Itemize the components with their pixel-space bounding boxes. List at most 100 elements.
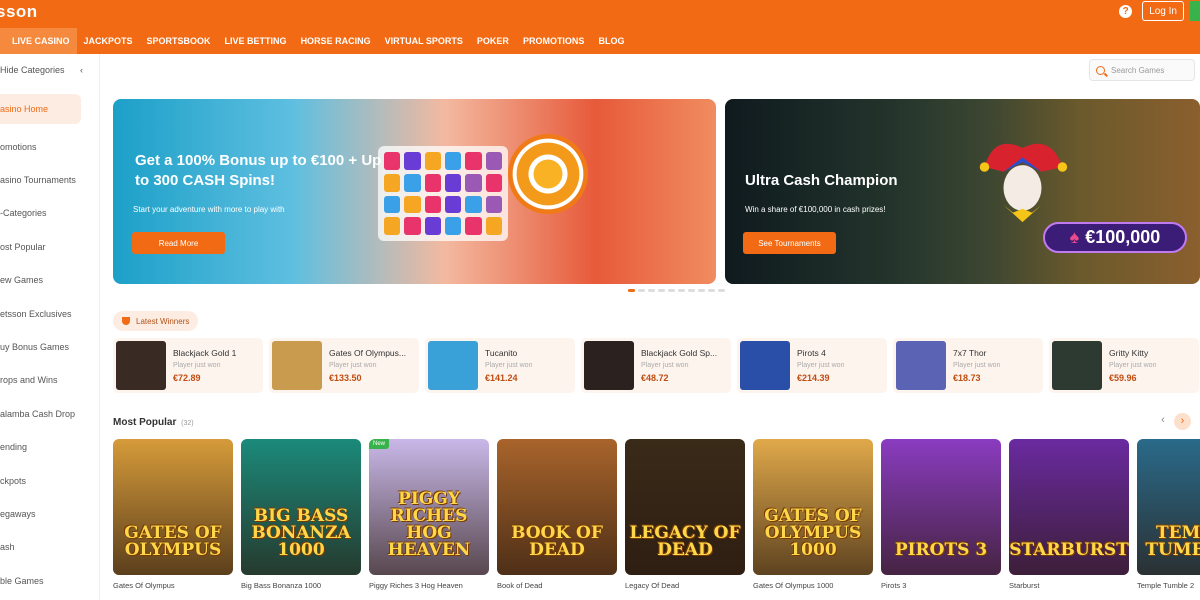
carousel-dot[interactable] <box>648 289 655 292</box>
winner-card[interactable]: Tucanito Player just won €141.24 <box>425 338 575 393</box>
search-input[interactable]: Search Games <box>1089 59 1195 81</box>
carousel-dot[interactable] <box>718 289 725 292</box>
game-name[interactable]: Legacy Of Dead <box>625 581 745 590</box>
nav-horse-racing[interactable]: HORSE RACING <box>294 28 378 54</box>
winner-card[interactable]: Gritty Kitty Player just won €59.96 <box>1049 338 1199 393</box>
game-name[interactable]: Piggy Riches 3 Hog Heaven <box>369 581 489 590</box>
game-tile[interactable]: TEMPLE TUMBLE 2 Temple Tumble 2 <box>1137 439 1200 590</box>
nav-poker[interactable]: POKER <box>470 28 516 54</box>
game-tile[interactable]: PIROTS 3 Pirots 3 <box>881 439 1001 590</box>
game-tile[interactable]: STARBURST Starburst <box>1009 439 1129 590</box>
nav-virtual-sports[interactable]: VIRTUAL SPORTS <box>378 28 470 54</box>
game-thumbnail[interactable]: STARBURST <box>1009 439 1129 575</box>
game-thumbnail[interactable]: GATES OF OLYMPUS <box>113 439 233 575</box>
game-tile[interactable]: BIG BASS BONANZA 1000 Big Bass Bonanza 10… <box>241 439 361 590</box>
game-tile[interactable]: GATES OF OLYMPUS Gates Of Olympus <box>113 439 233 590</box>
sidebar-item-crash[interactable]: ash <box>0 531 99 564</box>
promo-banner-tournament[interactable]: Ultra Cash Champion Win a share of €100,… <box>725 99 1200 284</box>
nav-sportsbook[interactable]: SPORTSBOOK <box>140 28 218 54</box>
winner-game-thumbnail <box>584 341 634 390</box>
latest-winners-label: Latest Winners <box>136 316 190 326</box>
game-tile[interactable]: New PIGGY RICHES HOG HEAVEN Piggy Riches 3… <box>369 439 489 590</box>
game-thumbnail[interactable]: GATES OF OLYMPUS 1000 <box>753 439 873 575</box>
carousel-dot[interactable] <box>668 289 675 292</box>
game-thumbnail[interactable]: BOOK OF DEAD <box>497 439 617 575</box>
sidebar-item-sub-categories[interactable]: -Categories <box>0 197 99 230</box>
game-thumbnail[interactable]: New PIGGY RICHES HOG HEAVEN <box>369 439 489 575</box>
prize-amount: €100,000 <box>1085 227 1161 247</box>
nav-promotions[interactable]: PROMOTIONS <box>516 28 592 54</box>
game-name[interactable]: Gates Of Olympus 1000 <box>753 581 873 590</box>
sidebar-item-cash-drop[interactable]: alamba Cash Drop <box>0 397 99 430</box>
sidebar-item-jackpots[interactable]: ckpots <box>0 464 99 497</box>
carousel-dot[interactable] <box>698 289 705 292</box>
nav-live-casino[interactable]: LIVE CASINO <box>0 28 77 54</box>
game-thumbnail[interactable]: LEGACY OF DEAD <box>625 439 745 575</box>
carousel-prev-button[interactable]: ‹ <box>1156 414 1170 430</box>
sidebar-item-buy-bonus[interactable]: uy Bonus Games <box>0 330 99 363</box>
game-name[interactable]: Starburst <box>1009 581 1129 590</box>
help-icon[interactable]: ? <box>1119 4 1133 18</box>
sidebar-item-drops-and-wins[interactable]: rops and Wins <box>0 364 99 397</box>
winner-amount: €141.24 <box>485 373 518 383</box>
game-thumbnail[interactable]: TEMPLE TUMBLE 2 <box>1137 439 1200 575</box>
candy-tile <box>445 152 462 170</box>
carousel-dot[interactable] <box>628 289 635 292</box>
sidebar-item-casino-tournaments[interactable]: asino Tournaments <box>0 163 99 196</box>
new-badge: New <box>369 439 390 449</box>
game-name[interactable]: Big Bass Bonanza 1000 <box>241 581 361 590</box>
top-header: sson ? Log In LIVE CASINO JACKPOTS SPORT… <box>0 0 1200 54</box>
most-popular-games: GATES OF OLYMPUS Gates Of Olympus BIG BASS… <box>113 439 1200 590</box>
sidebar-item-promotions[interactable]: omotions <box>0 130 99 163</box>
game-tile[interactable]: GATES OF OLYMPUS 1000 Gates Of Olympus 10… <box>753 439 873 590</box>
sidebar-item-new-games[interactable]: ew Games <box>0 264 99 297</box>
game-logo: BIG BASS BONANZA 1000 <box>251 506 351 560</box>
game-name[interactable]: Temple Tumble 2 <box>1137 581 1200 590</box>
winner-game-thumbnail <box>116 341 166 390</box>
nav-blog[interactable]: BLOG <box>591 28 631 54</box>
sidebar-item-megaways[interactable]: egaways <box>0 497 99 530</box>
game-tile[interactable]: LEGACY OF DEAD Legacy Of Dead <box>625 439 745 590</box>
nav-live-betting[interactable]: LIVE BETTING <box>218 28 294 54</box>
candy-tile <box>485 195 502 214</box>
winner-card[interactable]: Blackjack Gold Sp... Player just won €48.7… <box>581 338 731 393</box>
trophy-icon <box>122 317 130 325</box>
winner-game-thumbnail <box>428 341 478 390</box>
brand-logo[interactable]: sson <box>0 2 38 22</box>
search-icon <box>1096 65 1105 75</box>
promo-banner-welcome[interactable]: Get a 100% Bonus up to €100 + Up to 300 … <box>113 99 716 284</box>
carousel-dot[interactable] <box>708 289 715 292</box>
game-logo: GATES OF OLYMPUS 1000 <box>764 506 862 560</box>
winner-card[interactable]: Blackjack Gold 1 Player just won €72.89 <box>113 338 263 393</box>
candy-tile <box>384 195 401 214</box>
carousel-dot[interactable] <box>678 289 685 292</box>
login-button[interactable]: Log In <box>1142 1 1184 21</box>
carousel-next-button[interactable]: › <box>1174 413 1191 430</box>
winner-card[interactable]: Pirots 4 Player just won €214.39 <box>737 338 887 393</box>
game-thumbnail[interactable]: PIROTS 3 <box>881 439 1001 575</box>
sidebar-item-casino-home[interactable]: asino Home <box>0 94 81 124</box>
sidebar-item-trending[interactable]: ending <box>0 431 99 464</box>
category-sidebar: Hide Categories ‹ asino Home omotions as… <box>0 54 100 600</box>
game-name[interactable]: Book of Dead <box>497 581 617 590</box>
candy-tile <box>445 195 462 214</box>
game-name[interactable]: Gates Of Olympus <box>113 581 233 590</box>
winner-card[interactable]: Gates Of Olympus... Player just won €133.5… <box>269 338 419 393</box>
winner-card[interactable]: 7x7 Thor Player just won €18.73 <box>893 338 1043 393</box>
signup-button[interactable] <box>1190 1 1200 21</box>
carousel-dot[interactable] <box>638 289 645 292</box>
game-thumbnail[interactable]: BIG BASS BONANZA 1000 <box>241 439 361 575</box>
sidebar-item-most-popular[interactable]: ost Popular <box>0 230 99 263</box>
see-tournaments-button[interactable]: See Tournaments <box>743 232 836 254</box>
hide-categories-toggle[interactable]: Hide Categories ‹ <box>0 54 99 86</box>
sidebar-item-exclusives[interactable]: etsson Exclusives <box>0 297 99 330</box>
read-more-button[interactable]: Read More <box>132 232 225 254</box>
nav-jackpots[interactable]: JACKPOTS <box>77 28 140 54</box>
game-name[interactable]: Pirots 3 <box>881 581 1001 590</box>
carousel-dot[interactable] <box>688 289 695 292</box>
game-tile[interactable]: BOOK OF DEAD Book of Dead <box>497 439 617 590</box>
latest-winners-list: Blackjack Gold 1 Player just won €72.89 Gat… <box>113 338 1199 393</box>
carousel-dot[interactable] <box>658 289 665 292</box>
candy-board-image <box>378 146 508 241</box>
sidebar-item-table-games[interactable]: ble Games <box>0 564 99 597</box>
